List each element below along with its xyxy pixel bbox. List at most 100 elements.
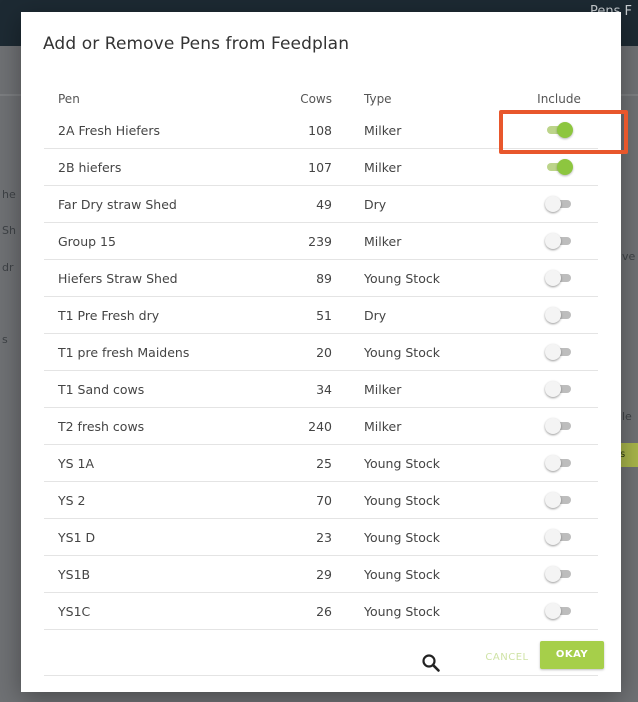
pen-type: Young Stock: [364, 271, 440, 286]
pen-type: Milker: [364, 382, 402, 397]
table-row: T2 fresh cows 240 Milker: [44, 408, 598, 445]
include-toggle[interactable]: [545, 122, 573, 138]
toggle-thumb: [545, 381, 561, 397]
bg-text-fragment: le: [622, 410, 632, 423]
cow-count: 26: [316, 604, 332, 619]
pen-type: Young Stock: [364, 456, 440, 471]
pen-type: Young Stock: [364, 567, 440, 582]
pen-name: T1 pre fresh Maidens: [58, 345, 190, 360]
include-toggle[interactable]: [545, 233, 573, 249]
cow-count: 20: [316, 345, 332, 360]
table-row: Group 15 239 Milker: [44, 223, 598, 260]
pen-name: T2 fresh cows: [58, 419, 145, 434]
include-toggle[interactable]: [545, 307, 573, 323]
pen-type: Milker: [364, 123, 402, 138]
toggle-thumb: [545, 529, 561, 545]
include-toggle[interactable]: [545, 455, 573, 471]
table-row: YS1C 26 Young Stock: [44, 593, 598, 630]
toggle-thumb: [545, 270, 561, 286]
pen-type: Milker: [364, 419, 402, 434]
include-toggle[interactable]: [545, 270, 573, 286]
pen-name: Far Dry straw Shed: [58, 197, 177, 212]
toggle-thumb: [545, 307, 561, 323]
footer-divider: [44, 675, 598, 676]
pen-type: Young Stock: [364, 530, 440, 545]
pen-name: Hiefers Straw Shed: [58, 271, 178, 286]
include-toggle[interactable]: [545, 566, 573, 582]
pen-name: 2A Fresh Hiefers: [58, 123, 161, 138]
table-row: 2A Fresh Hiefers 108 Milker: [44, 112, 598, 149]
include-toggle[interactable]: [545, 196, 573, 212]
include-toggle[interactable]: [545, 603, 573, 619]
toggle-thumb: [545, 233, 561, 249]
column-header-cows: Cows: [300, 92, 332, 106]
pen-name: YS1 D: [58, 530, 96, 545]
cow-count: 49: [316, 197, 332, 212]
pen-type: Dry: [364, 308, 387, 323]
table-row: YS1B 29 Young Stock: [44, 556, 598, 593]
table-row: T1 Sand cows 34 Milker: [44, 371, 598, 408]
table-row: YS 1A 25 Young Stock: [44, 445, 598, 482]
cow-count: 239: [308, 234, 332, 249]
table-row: Far Dry straw Shed 49 Dry: [44, 186, 598, 223]
feedplan-pens-dialog: Add or Remove Pens from Feedplan Pen Cow…: [21, 12, 628, 692]
pen-type: Young Stock: [364, 493, 440, 508]
include-toggle[interactable]: [545, 418, 573, 434]
pen-type: Young Stock: [364, 604, 440, 619]
search-icon[interactable]: [421, 653, 441, 673]
include-toggle[interactable]: [545, 381, 573, 397]
pen-name: YS 2: [58, 493, 86, 508]
cow-count: 25: [316, 456, 332, 471]
toggle-thumb: [545, 196, 561, 212]
bg-text-fragment: he: [2, 188, 16, 201]
pen-type: Milker: [364, 160, 402, 175]
cow-count: 107: [308, 160, 332, 175]
toggle-thumb: [545, 455, 561, 471]
cow-count: 70: [316, 493, 332, 508]
toggle-thumb: [557, 122, 573, 138]
table-row: Hiefers Straw Shed 89 Young Stock: [44, 260, 598, 297]
table-row: YS1 D 23 Young Stock: [44, 519, 598, 556]
table-row: T1 Pre Fresh dry 51 Dry: [44, 297, 598, 334]
cow-count: 34: [316, 382, 332, 397]
toggle-thumb: [545, 603, 561, 619]
dialog-title: Add or Remove Pens from Feedplan: [43, 34, 350, 54]
pen-name: YS1B: [58, 567, 91, 582]
column-header-pen: Pen: [58, 92, 80, 106]
pen-name: YS 1A: [58, 456, 95, 471]
pen-name: 2B hiefers: [58, 160, 122, 175]
toggle-thumb: [545, 418, 561, 434]
pen-name: YS1C: [58, 604, 91, 619]
pen-name: T1 Sand cows: [58, 382, 145, 397]
pen-type: Young Stock: [364, 345, 440, 360]
cow-count: 23: [316, 530, 332, 545]
bg-text-fragment: ve: [622, 250, 636, 263]
table-row: 2B hiefers 107 Milker: [44, 149, 598, 186]
toggle-thumb: [545, 344, 561, 360]
cow-count: 29: [316, 567, 332, 582]
cow-count: 89: [316, 271, 332, 286]
include-toggle[interactable]: [545, 159, 573, 175]
cow-count: 108: [308, 123, 332, 138]
include-toggle[interactable]: [545, 529, 573, 545]
toggle-thumb: [545, 492, 561, 508]
bg-text-fragment: s: [2, 333, 8, 346]
include-toggle[interactable]: [545, 344, 573, 360]
pen-type: Dry: [364, 197, 387, 212]
bg-text-fragment: dr: [2, 261, 14, 274]
toggle-thumb: [557, 159, 573, 175]
pen-name: T1 Pre Fresh dry: [58, 308, 160, 323]
okay-button[interactable]: OKAY: [540, 641, 604, 669]
pen-type: Milker: [364, 234, 402, 249]
pen-list: 2A Fresh Hiefers 108 Milker 2B hiefers 107 Mi…: [44, 112, 598, 630]
cow-count: 51: [316, 308, 332, 323]
table-row: YS 2 70 Young Stock: [44, 482, 598, 519]
pen-name: Group 15: [58, 234, 116, 249]
cancel-button[interactable]: CANCEL: [479, 646, 535, 670]
table-header: Pen Cows Type Include: [44, 90, 598, 112]
bg-text-fragment: Sh: [2, 224, 16, 237]
column-header-type: Type: [364, 92, 392, 106]
cow-count: 240: [308, 419, 332, 434]
include-toggle[interactable]: [545, 492, 573, 508]
toggle-thumb: [545, 566, 561, 582]
